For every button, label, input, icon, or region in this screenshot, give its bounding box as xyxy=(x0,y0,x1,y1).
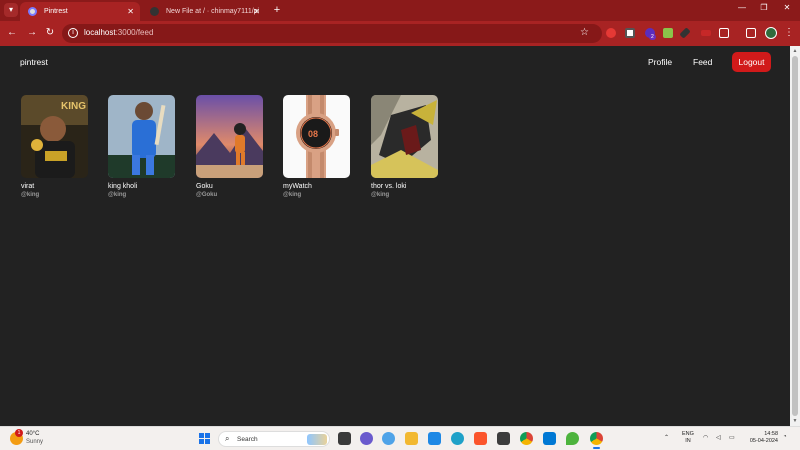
pen-icon[interactable] xyxy=(679,27,691,39)
minimize-icon[interactable]: — xyxy=(735,3,749,12)
nav-profile-link[interactable]: Profile xyxy=(648,57,672,67)
side-panel-icon[interactable] xyxy=(746,28,756,38)
post-card[interactable]: KING virat @king xyxy=(21,95,89,198)
tray-overflow-icon[interactable]: ⌃ xyxy=(664,434,669,441)
post-image-watch: 08 xyxy=(283,95,350,178)
chrome-icon[interactable] xyxy=(520,432,533,445)
post-image[interactable] xyxy=(196,95,263,178)
chat-icon[interactable] xyxy=(360,432,373,445)
post-image[interactable] xyxy=(371,95,438,178)
post-title: myWatch xyxy=(283,183,312,190)
scroll-down-icon[interactable]: ▼ xyxy=(792,418,798,424)
extension-badge: 2 xyxy=(649,34,656,40)
post-card[interactable]: king kholi @king xyxy=(108,95,176,198)
reload-icon[interactable]: ↻ xyxy=(44,27,56,39)
tab-github-new-file[interactable]: New File at / · chinmay7111/pi ✕ xyxy=(142,2,266,21)
battery-icon[interactable]: ▭ xyxy=(729,434,735,441)
tab-favicon xyxy=(28,7,37,16)
nav-feed-link[interactable]: Feed xyxy=(693,57,712,67)
search-icon: ⌕ xyxy=(225,434,230,443)
brave-icon[interactable] xyxy=(474,432,487,445)
tab-title: Pintrest xyxy=(44,8,68,15)
language-indicator[interactable]: ENG IN xyxy=(682,431,694,445)
post-image-thor-loki xyxy=(371,95,438,178)
weather-temperature[interactable]: 40°C xyxy=(26,431,39,437)
post-card[interactable]: 08 myWatch @king xyxy=(283,95,351,198)
extension-icon[interactable] xyxy=(701,30,711,36)
post-handle: @king xyxy=(283,192,302,198)
windows-taskbar: 1 40°C Sunny ⌕ Search ⌃ ENG IN ◠ ◁ ▭ 14:… xyxy=(0,426,800,450)
page-scrollbar[interactable]: ▲ ▼ xyxy=(790,46,800,426)
taskbar-search[interactable]: ⌕ Search xyxy=(218,431,330,447)
forward-icon[interactable]: → xyxy=(26,27,38,39)
post-handle: @king xyxy=(371,192,390,198)
file-explorer-icon[interactable] xyxy=(405,432,418,445)
new-tab-button[interactable]: + xyxy=(270,2,284,19)
post-image[interactable] xyxy=(108,95,175,178)
site-info-icon[interactable]: i xyxy=(68,28,78,38)
scroll-up-icon[interactable]: ▲ xyxy=(792,48,798,54)
svg-text:KING: KING xyxy=(61,101,86,112)
browser-toolbar: ← → ↻ i localhost:3000/feed ☆ 2 ⋮ xyxy=(0,21,800,46)
post-handle: @Goku xyxy=(196,192,218,198)
task-view-icon[interactable] xyxy=(338,432,351,445)
edge-icon[interactable] xyxy=(451,432,464,445)
weather-badge: 1 xyxy=(15,429,23,437)
page-content: pintrest Profile Feed Logout KING virat … xyxy=(0,46,790,426)
post-card[interactable]: thor vs. loki @king xyxy=(371,95,439,198)
post-image-cricketer xyxy=(108,95,175,178)
tab-search-button[interactable]: ▾ xyxy=(4,3,18,17)
logout-button[interactable]: Logout xyxy=(732,52,771,72)
wifi-icon[interactable]: ◠ xyxy=(703,434,708,441)
mail-icon[interactable] xyxy=(428,432,441,445)
tab-pintrest[interactable]: Pintrest ✕ xyxy=(20,2,140,21)
system-clock[interactable]: 14:58 05-04-2024 xyxy=(742,431,778,445)
svg-text:08: 08 xyxy=(308,129,318,139)
mongodb-icon[interactable] xyxy=(566,432,579,445)
restore-icon[interactable]: ❐ xyxy=(757,3,771,12)
address-bar[interactable]: i localhost:3000/feed ☆ xyxy=(62,24,602,43)
github-icon xyxy=(150,7,159,16)
post-image-virat: KING xyxy=(21,95,88,178)
search-placeholder: Search xyxy=(237,436,258,443)
brand-logo[interactable]: pintrest xyxy=(20,57,48,67)
post-title: king kholi xyxy=(108,183,138,190)
post-title: thor vs. loki xyxy=(371,183,407,190)
profile-avatar[interactable] xyxy=(765,27,777,39)
notifications-icon[interactable]: ◔ xyxy=(783,434,787,440)
post-image[interactable]: 08 xyxy=(283,95,350,178)
tab-strip: ▾ Pintrest ✕ New File at / · chinmay7111… xyxy=(0,0,800,21)
search-highlight-image xyxy=(307,434,327,445)
extension-icon[interactable] xyxy=(663,28,673,38)
vscode-icon[interactable] xyxy=(543,432,556,445)
extension-icon[interactable] xyxy=(625,28,635,38)
tab-close-icon[interactable]: ✕ xyxy=(253,2,260,21)
post-image[interactable]: KING xyxy=(21,95,88,178)
post-image-goku xyxy=(196,95,263,178)
post-title: Goku xyxy=(196,183,213,190)
windows-start-icon[interactable] xyxy=(199,433,211,445)
extension-icon[interactable] xyxy=(606,28,616,38)
scroll-thumb[interactable] xyxy=(792,56,798,416)
kebab-menu-icon[interactable]: ⋮ xyxy=(783,27,795,39)
post-handle: @king xyxy=(108,192,127,198)
chrome-profile-icon[interactable] xyxy=(590,432,603,449)
sublime-text-icon[interactable] xyxy=(497,432,510,445)
bookmark-star-icon[interactable]: ☆ xyxy=(580,27,589,38)
tab-title: New File at / · chinmay7111/pi xyxy=(166,8,260,15)
url-text: localhost:3000/feed xyxy=(84,28,154,37)
close-window-icon[interactable]: ✕ xyxy=(780,3,794,12)
weather-condition[interactable]: Sunny xyxy=(26,439,43,445)
volume-icon[interactable]: ◁ xyxy=(716,434,721,441)
copilot-icon[interactable] xyxy=(382,432,395,445)
post-title: virat xyxy=(21,183,35,190)
back-icon[interactable]: ← xyxy=(6,27,18,39)
post-handle: @king xyxy=(21,192,40,198)
tab-close-icon[interactable]: ✕ xyxy=(127,2,134,21)
puzzle-icon[interactable] xyxy=(719,28,729,38)
post-card[interactable]: Goku @Goku xyxy=(196,95,264,198)
